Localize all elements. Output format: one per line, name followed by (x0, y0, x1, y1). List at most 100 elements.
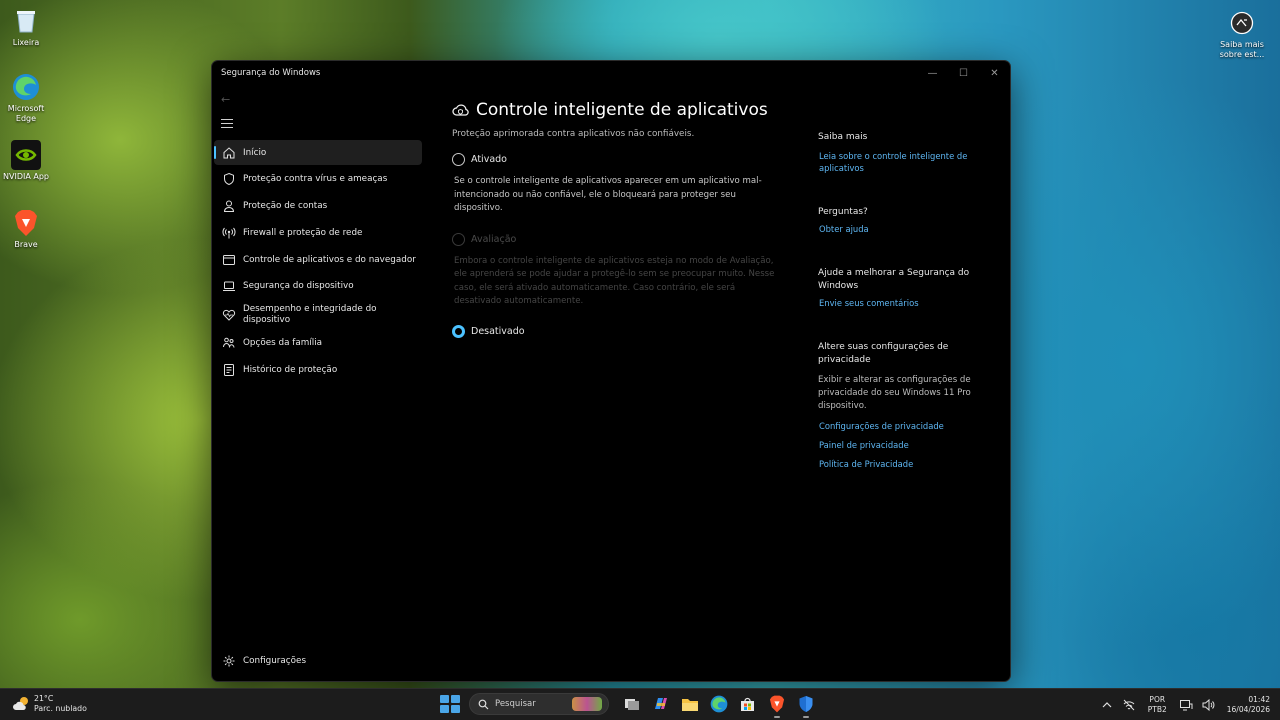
network-off-icon[interactable] (1122, 698, 1136, 712)
desktop-icon-nvidia[interactable]: NVIDIA App (0, 140, 52, 182)
section-heading: Ajude a melhorar a Segurança do Windows (818, 268, 970, 291)
sidebar-item-device-security[interactable]: Segurança do dispositivo (214, 274, 422, 299)
sidebar-item-label: Proteção contra vírus e ameaças (243, 174, 388, 185)
privacy-section: Altere suas configurações de privacidade… (818, 341, 988, 470)
sidebar-item-device-performance[interactable]: Desempenho e integridade do dispositivo (214, 301, 422, 329)
radio-button-off[interactable] (452, 324, 465, 338)
sidebar-item-firewall[interactable]: Firewall e proteção de rede (214, 220, 422, 245)
camera-info-icon (1227, 8, 1257, 38)
weather-temp: 21°C (34, 694, 54, 703)
feedback-section: Ajude a melhorar a Segurança do Windows … (818, 267, 988, 309)
desktop-icon-label: NVIDIA App (3, 172, 49, 181)
sidebar-item-label: Segurança do dispositivo (243, 281, 354, 292)
close-button[interactable]: ✕ (979, 61, 1010, 85)
read-about-link[interactable]: Leia sobre o controle inteligente de apl… (819, 150, 988, 174)
taskbar-apps: Pesquisar (438, 693, 820, 718)
sidebar-item-protection-history[interactable]: Histórico de proteção (214, 357, 422, 382)
related-links-panel: Saiba mais Leia sobre o controle intelig… (818, 85, 988, 470)
nvidia-icon (11, 140, 41, 170)
desktop-icon-label: Microsoft Edge (7, 104, 45, 123)
sidebar-item-label: Proteção de contas (243, 201, 328, 212)
windows-security-window: Segurança do Windows — ☐ ✕ ← Início Prot… (211, 60, 1011, 682)
edge-icon (11, 72, 41, 102)
sidebar-item-label: Início (243, 147, 267, 158)
file-explorer-icon[interactable] (679, 693, 701, 715)
option-off[interactable]: Desativado (452, 324, 792, 338)
desktop-icon-edge[interactable]: Microsoft Edge (0, 72, 52, 124)
home-icon (223, 146, 235, 158)
keyboard-layout: PTB2 (1147, 704, 1167, 714)
weather-widget[interactable]: 21°C Parc. nublado (12, 694, 87, 714)
get-help-link[interactable]: Obter ajuda (819, 223, 988, 235)
sidebar-item-app-browser-control[interactable]: Controle de aplicativos e do navegador (214, 247, 422, 272)
menu-icon[interactable] (221, 119, 233, 131)
window-controls: — ☐ ✕ (917, 61, 1010, 85)
input-language[interactable]: POR PTB2 (1148, 695, 1167, 715)
option-label: Avaliação (471, 233, 517, 245)
desktop-icon-recycle-bin[interactable]: Lixeira (0, 6, 52, 48)
chevron-up-icon[interactable] (1100, 698, 1114, 712)
desktop-icon-label: Saiba mais sobre est... (1219, 40, 1265, 59)
send-feedback-link[interactable]: Envie seus comentários (819, 297, 988, 309)
option-label: Desativado (471, 325, 525, 337)
radio-button-on[interactable] (452, 153, 465, 166)
brave-icon (11, 208, 41, 238)
desktop-icon-learn-more[interactable]: Saiba mais sobre est... (1216, 8, 1268, 60)
title-bar[interactable]: Segurança do Windows — ☐ ✕ (212, 61, 1010, 85)
sidebar-nav: Início Proteção contra vírus e ameaças P… (214, 140, 422, 384)
learn-more-section: Saiba mais Leia sobre o controle intelig… (818, 131, 988, 174)
back-button[interactable]: ← (221, 93, 230, 106)
language-code: POR (1149, 694, 1166, 704)
questions-section: Perguntas? Obter ajuda (818, 206, 988, 235)
search-highlight-icon (572, 697, 602, 711)
history-icon (224, 363, 234, 376)
desktop-icon-brave[interactable]: Brave (0, 208, 52, 250)
sidebar-item-virus-protection[interactable]: Proteção contra vírus e ameaças (214, 167, 422, 192)
option-on[interactable]: Ativado (452, 153, 792, 166)
privacy-settings-link[interactable]: Configurações de privacidade (819, 420, 988, 432)
start-button[interactable] (438, 693, 460, 715)
cloud-shield-icon (452, 104, 469, 116)
section-heading: Perguntas? (818, 207, 868, 217)
volume-icon[interactable] (1201, 698, 1215, 712)
page-header: Controle inteligente de aplicativos (452, 100, 792, 120)
taskbar-search[interactable]: Pesquisar (469, 693, 609, 715)
partly-cloudy-icon (12, 694, 32, 714)
search-placeholder: Pesquisar (495, 699, 536, 709)
sidebar-item-home[interactable]: Início (214, 140, 422, 165)
sidebar-item-family-options[interactable]: Opções da família (214, 331, 422, 356)
shield-icon (224, 173, 234, 186)
main-content: Controle inteligente de aplicativos Prot… (452, 85, 792, 338)
sidebar-item-label: Controle de aplicativos e do navegador (243, 254, 416, 265)
option-evaluation: Avaliação (452, 232, 792, 246)
store-icon[interactable] (737, 693, 759, 715)
search-icon (478, 699, 489, 709)
privacy-policy-link[interactable]: Política de Privacidade (819, 458, 988, 470)
defender-icon[interactable] (795, 693, 817, 718)
sidebar-item-label: Opções da família (243, 338, 323, 349)
sidebar-item-account-protection[interactable]: Proteção de contas (214, 194, 422, 219)
person-icon (223, 200, 235, 213)
page-subtitle: Proteção aprimorada contra aplicativos n… (452, 129, 695, 139)
laptop-icon (223, 281, 235, 292)
option-on-description: Se o controle inteligente de aplicativos… (454, 176, 762, 213)
copilot-icon[interactable] (650, 693, 672, 715)
clock[interactable]: 01:42 16/04/2026 (1227, 695, 1270, 715)
maximize-button[interactable]: ☐ (948, 61, 979, 85)
sidebar-item-settings[interactable]: Configurações (214, 648, 422, 673)
section-heading: Saiba mais (818, 132, 868, 142)
sidebar-item-label: Firewall e proteção de rede (243, 227, 363, 238)
option-evaluation-description: Embora o controle inteligente de aplicat… (454, 255, 775, 307)
privacy-dashboard-link[interactable]: Painel de privacidade (819, 439, 988, 451)
clock-date: 16/04/2026 (1226, 704, 1270, 714)
sidebar-item-label: Desempenho e integridade do dispositivo (243, 303, 377, 325)
minimize-button[interactable]: — (917, 61, 948, 85)
display-icon[interactable] (1179, 698, 1193, 712)
task-view-icon[interactable] (621, 693, 643, 715)
brave-taskbar-icon[interactable] (766, 693, 788, 718)
window-title: Segurança do Windows (221, 68, 321, 78)
edge-taskbar-icon[interactable] (708, 693, 730, 715)
sidebar-item-label: Configurações (243, 655, 307, 666)
desktop-icon-label: Lixeira (12, 38, 40, 47)
weather-condition: Parc. nublado (34, 704, 87, 713)
